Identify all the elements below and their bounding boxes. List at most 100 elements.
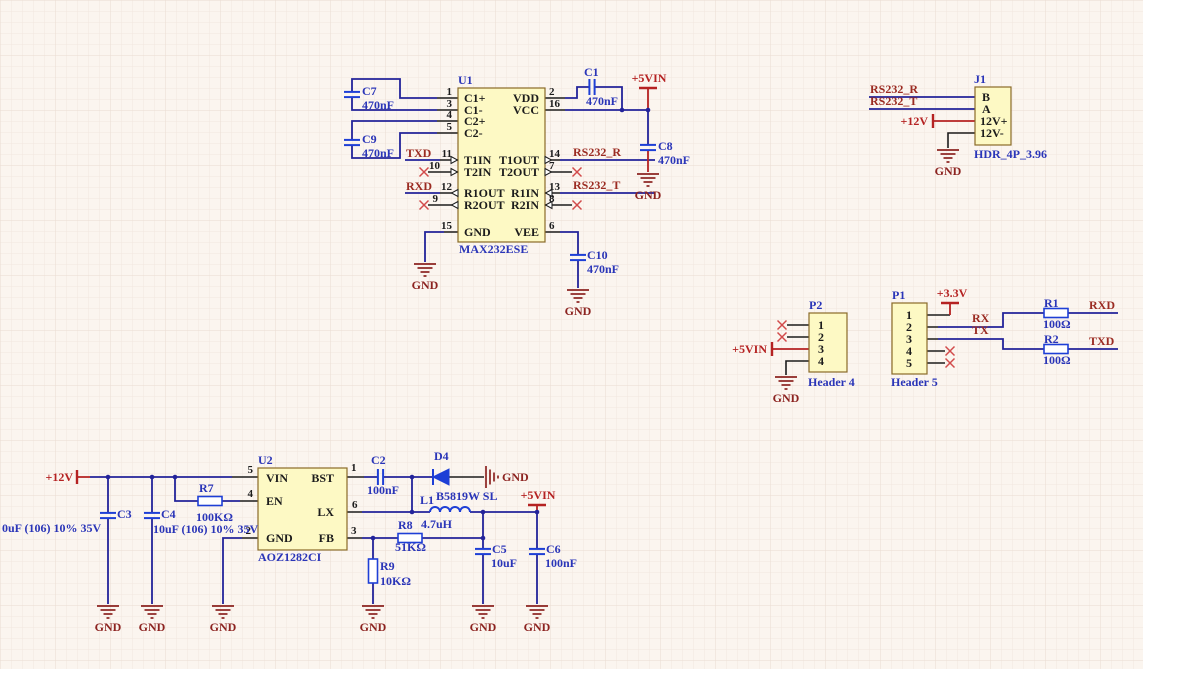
u1-pin-number: 6 (549, 220, 555, 232)
u1-pin-name: T2OUT (499, 165, 539, 179)
capacitor-designator: C2 (371, 453, 386, 467)
u1-pin-number: 16 (549, 98, 561, 110)
u2-pin-number: 4 (248, 488, 254, 500)
net-label-rxd[interactable]: RXD (406, 179, 432, 193)
u1-pin-number: 14 (549, 148, 561, 160)
resistor-value: 100KΩ (196, 510, 233, 524)
u1-pin-name: C2- (464, 126, 483, 140)
resistor-value: 51KΩ (395, 540, 426, 554)
junction-dot (106, 475, 111, 480)
net-label-tx[interactable]: TX (972, 323, 989, 337)
p2-part-number[interactable]: Header 4 (808, 375, 855, 389)
inductor-designator: L1 (420, 493, 434, 507)
capacitor-designator: C10 (587, 248, 608, 262)
capacitor-value: 470nF (586, 94, 618, 108)
capacitor-value: 470nF (362, 98, 394, 112)
u1-designator[interactable]: U1 (458, 73, 473, 87)
p2-pin-name: 4 (818, 354, 824, 368)
u1-pin-name: T2IN (464, 165, 492, 179)
junction-dot (371, 536, 376, 541)
u2-pin-name: EN (266, 494, 283, 508)
resistor-designator: R1 (1044, 296, 1059, 310)
u1-pin-number: 7 (549, 160, 555, 172)
net-label-rs232-t[interactable]: RS232_T (573, 178, 620, 192)
u2-pin-name: VIN (266, 471, 288, 485)
capacitor-value: 100nF (545, 556, 577, 570)
diode-designator: D4 (434, 449, 449, 463)
diode-value: B5819W SL (436, 489, 497, 503)
u2-pin-number: 1 (351, 462, 357, 474)
gnd-label: GND (635, 188, 662, 202)
net-label-rs232-t[interactable]: RS232_T (870, 94, 917, 108)
u1-pin-number: 5 (447, 121, 453, 133)
capacitor-value: 470nF (362, 146, 394, 160)
junction-dot (150, 475, 155, 480)
capacitor-designator: C5 (492, 542, 507, 556)
net-label-rs232-r[interactable]: RS232_R (573, 145, 621, 159)
j1-part-number[interactable]: HDR_4P_3.96 (974, 147, 1047, 161)
capacitor-value: 10uF (106) 10% 35V (153, 522, 259, 536)
capacitor-designator: C9 (362, 132, 377, 146)
capacitor-value: 100nF (367, 483, 399, 497)
u1-pin-number: 10 (429, 160, 441, 172)
net-label-txd[interactable]: TXD (406, 146, 432, 160)
u1-pin-name: GND (464, 225, 491, 239)
u1-pin-number: 4 (447, 109, 453, 121)
p2-designator[interactable]: P2 (809, 298, 822, 312)
resistor-designator: R7 (199, 481, 214, 495)
u1-pin-number: 1 (447, 86, 453, 98)
resistor-designator: R2 (1044, 332, 1059, 346)
u1-pin-number: 9 (433, 193, 439, 205)
resistor-symbol (369, 559, 378, 583)
junction-dot (535, 510, 540, 515)
u1-part-number[interactable]: MAX232ESE (459, 242, 528, 256)
net-label-rxd[interactable]: RXD (1089, 298, 1115, 312)
j1-designator[interactable]: J1 (974, 72, 986, 86)
u2-pin-number: 5 (248, 464, 254, 476)
u1-pin-number: 11 (442, 148, 452, 160)
junction-dot (173, 475, 178, 480)
p1-part-number[interactable]: Header 5 (891, 375, 938, 389)
junction-dot (481, 536, 486, 541)
u1-pin-number: 2 (549, 86, 555, 98)
u2-pin-name: LX (317, 505, 334, 519)
power-label: +5VIN (632, 71, 667, 85)
u2-pin-name: GND (266, 531, 293, 545)
capacitor-designator: C8 (658, 139, 673, 153)
u2-part-number[interactable]: AOZ1282CI (258, 550, 322, 564)
power-label: +5VIN (732, 342, 767, 356)
net-label-txd[interactable]: TXD (1089, 334, 1115, 348)
u2-designator[interactable]: U2 (258, 453, 273, 467)
j1-pin-name: 12V- (980, 126, 1004, 140)
capacitor-value: 10uF (491, 556, 517, 570)
capacitor-designator: C4 (161, 507, 176, 521)
schematic-canvas[interactable]: U1 MAX232ESE C1+ C1- C2+ C2- T1IN T2IN R… (0, 0, 1200, 687)
p1-pin-name: 5 (906, 356, 912, 370)
u2-pin-name: BST (311, 471, 334, 485)
p2-body[interactable] (809, 313, 847, 372)
p1-designator[interactable]: P1 (892, 288, 905, 302)
u1-pin-name: VCC (513, 103, 539, 117)
gnd-label: GND (470, 620, 497, 634)
gnd-label: GND (502, 470, 529, 484)
gnd-label: GND (412, 278, 439, 292)
gnd-label: GND (210, 620, 237, 634)
power-port-12v[interactable]: +12V (45, 470, 77, 484)
power-label: +5VIN (521, 488, 556, 502)
gnd-label: GND (360, 620, 387, 634)
junction-dot (410, 475, 415, 480)
resistor-value: 10KΩ (380, 574, 411, 588)
inductor-value: 4.7uH (421, 517, 453, 531)
capacitor-value: 0uF (106) 10% 35V (2, 521, 102, 535)
capacitor-value: 470nF (658, 153, 690, 167)
power-port-5vin[interactable]: +5VIN (732, 342, 772, 356)
power-label: +12V (900, 114, 928, 128)
junction-dot (620, 108, 625, 113)
junction-dot (481, 510, 486, 515)
capacitor-value: 470nF (587, 262, 619, 276)
gnd-label: GND (95, 620, 122, 634)
u1-pin-name: R2IN (511, 198, 539, 212)
resistor-designator: R9 (380, 559, 395, 573)
u1-pin-number: 15 (441, 220, 453, 232)
u1-pin-number: 12 (441, 181, 453, 193)
